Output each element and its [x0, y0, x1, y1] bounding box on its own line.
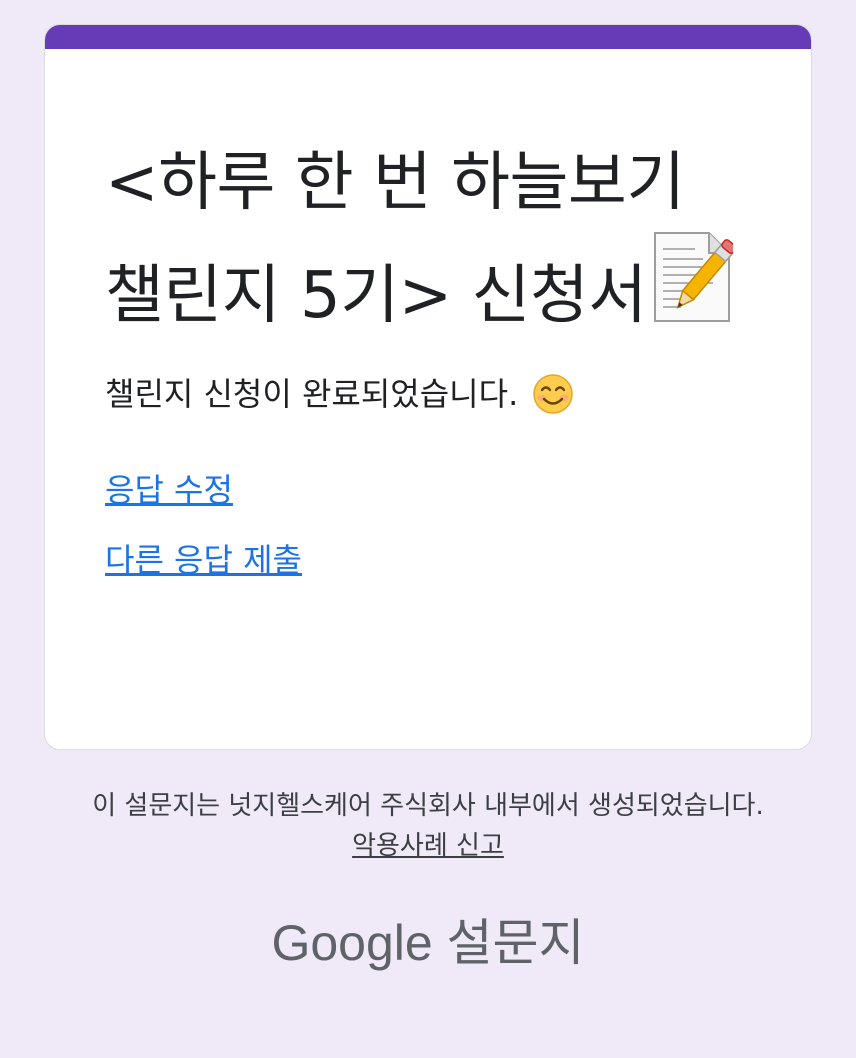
footer-note-text: 이 설문지는 넛지헬스케어 주식회사 내부에서 생성되었습니다. [92, 791, 764, 821]
card-accent-bar [45, 25, 811, 49]
form-title: <하루 한 번 하늘보기 챌린지 5기> 신청서 [105, 137, 751, 342]
confirmation-message: 챌린지 신청이 완료되었습니다. [105, 370, 751, 418]
google-forms-logo[interactable]: Google 설문지 [0, 908, 856, 978]
response-links: 응답 수정 다른 응답 제출 [105, 466, 751, 584]
confirmation-text: 챌린지 신청이 완료되었습니다. [105, 375, 519, 413]
submit-another-response-link[interactable]: 다른 응답 제출 [105, 536, 302, 584]
card-body: <하루 한 번 하늘보기 챌린지 5기> 신청서 챌린지 신청이 완료되었습니다… [105, 137, 751, 606]
smiling-face-icon [532, 373, 574, 415]
report-abuse-link[interactable]: 악용사례 신고 [352, 831, 504, 861]
edit-response-link[interactable]: 응답 수정 [105, 466, 233, 514]
document-pencil-icon [651, 229, 737, 325]
form-title-text: <하루 한 번 하늘보기 챌린지 5기> 신청서 [105, 146, 685, 333]
confirmation-card: <하루 한 번 하늘보기 챌린지 5기> 신청서 챌린지 신청이 완료되었습니다… [44, 24, 812, 750]
footer-note: 이 설문지는 넛지헬스케어 주식회사 내부에서 생성되었습니다. 악용사례 신고 [60, 786, 796, 866]
